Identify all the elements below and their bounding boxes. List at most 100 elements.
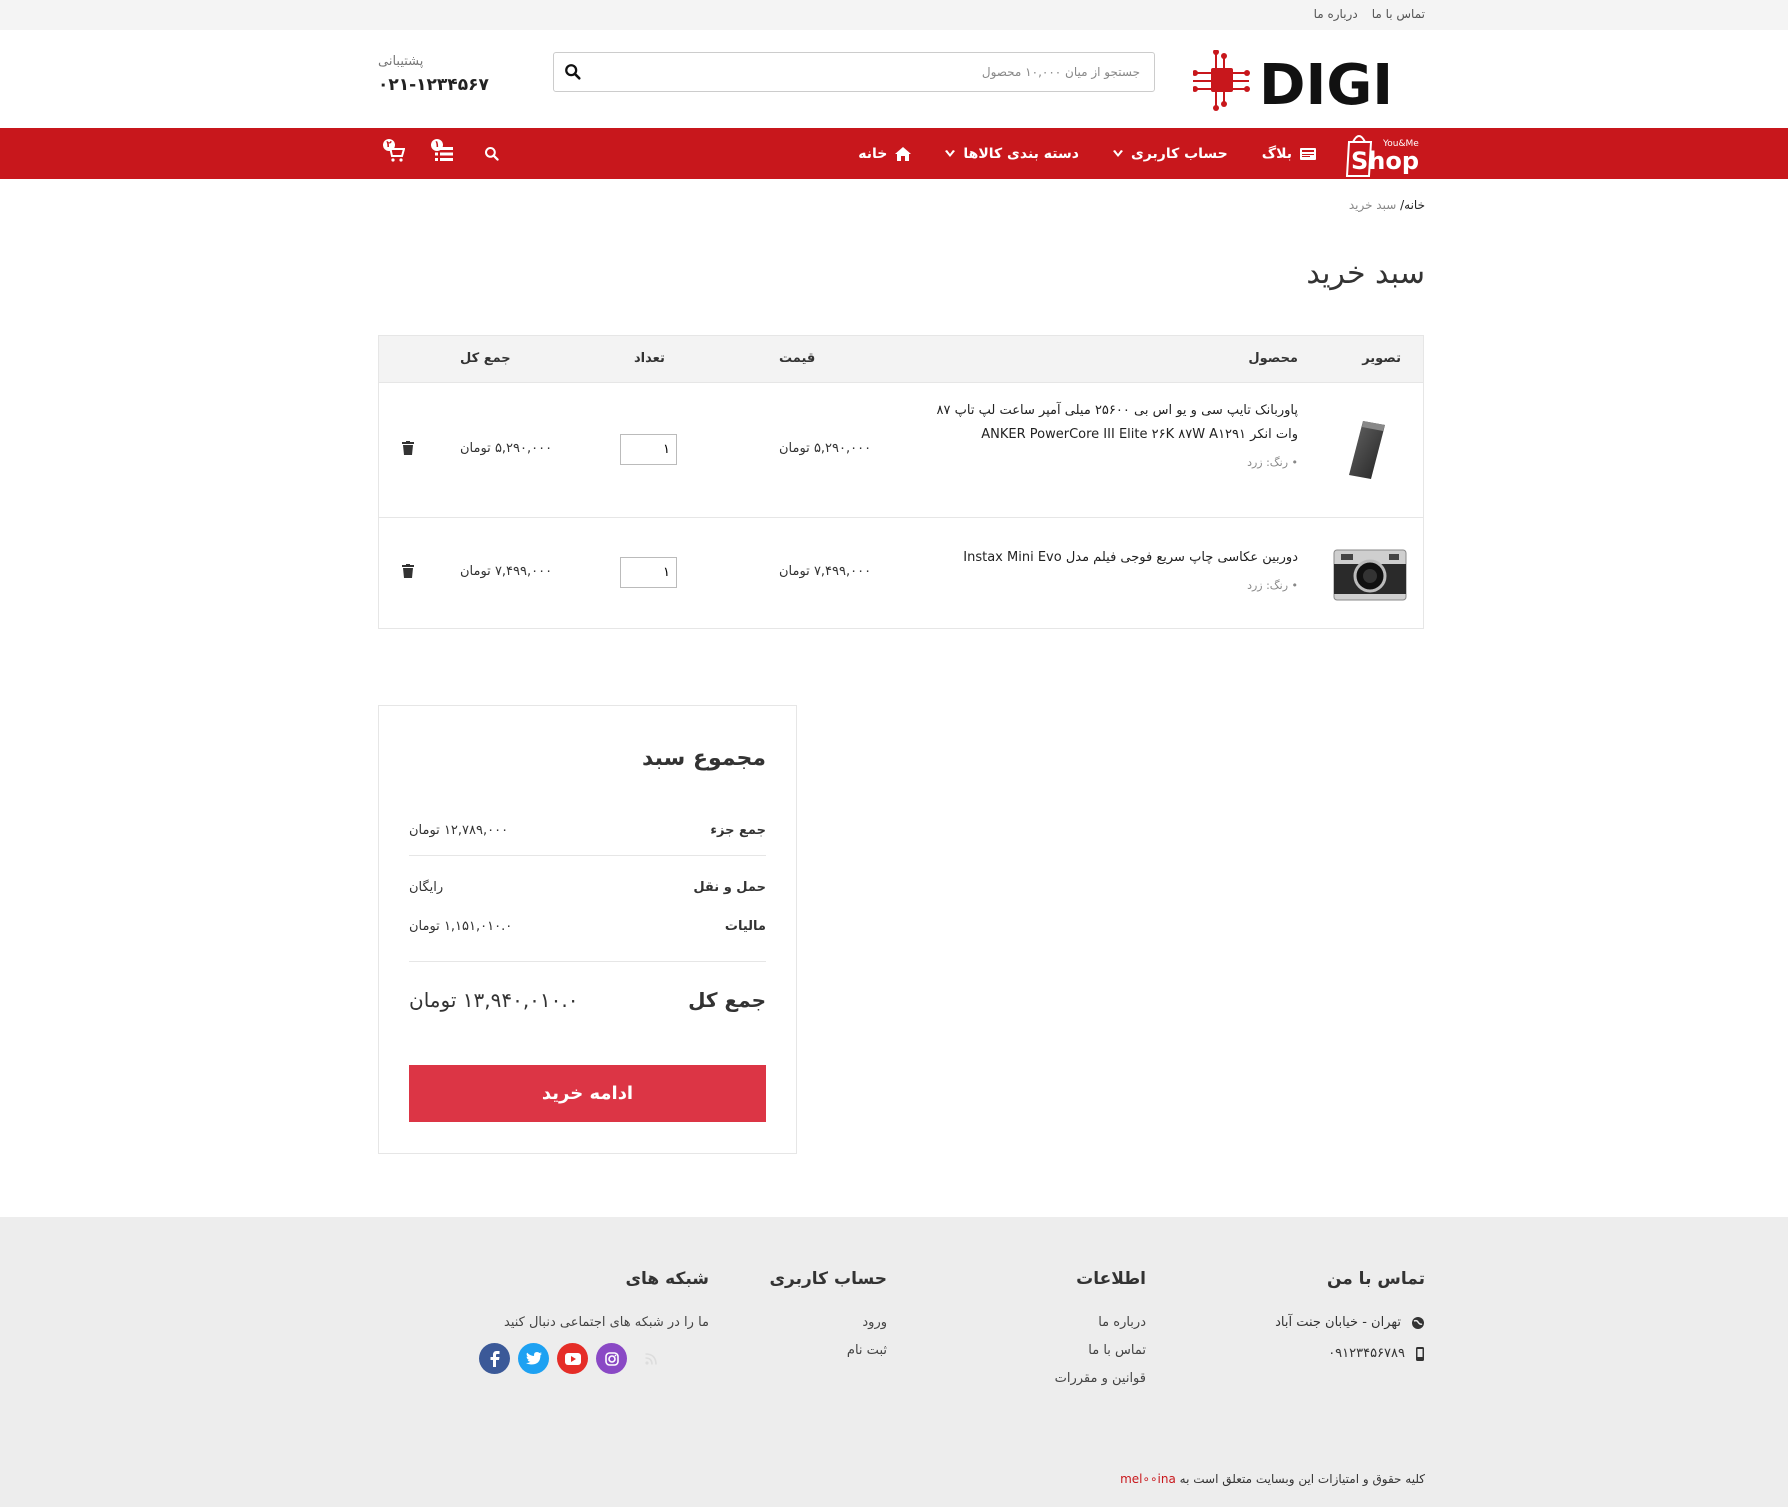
footer-address-text: تهران - خیابان جنت آباد (1275, 1315, 1401, 1330)
subtotal-label: جمع جزء (710, 823, 766, 838)
quantity-input[interactable] (620, 557, 677, 588)
tax-label: مالیات (724, 919, 766, 934)
main-nav: You&Me Shop خانه دسته بندی کالاها حساب ک… (0, 128, 1788, 179)
nav-item-blog-label: بلاگ (1261, 145, 1292, 162)
support-block: پشتیبانی ۰۲۱-۱۲۳۴۵۶۷ (378, 54, 489, 95)
header-product: محصول (1248, 351, 1298, 366)
footer-link-contact[interactable]: تماس با ما (1006, 1343, 1146, 1358)
footer-social-title: شبکه های (625, 1269, 709, 1289)
cart-table: تصویر محصول قیمت تعداد جمع کل پاوربانک ت… (378, 335, 1424, 629)
nav-item-categories[interactable]: دسته بندی کالاها (945, 146, 1079, 162)
compare-button[interactable]: ۱ (431, 138, 457, 167)
shop-logo-text: Shop (1351, 147, 1419, 175)
nav-item-blog[interactable]: بلاگ (1262, 146, 1316, 162)
copyright: کلیه حقوق و امتیازات این وبسایت متعلق اس… (1120, 1472, 1425, 1486)
footer-contact-title: تماس با من (1326, 1269, 1425, 1289)
home-icon (895, 146, 912, 161)
page-title: سبد خرید (1306, 256, 1425, 291)
breadcrumb-current: سبد خرید (1348, 198, 1397, 212)
product-attr: • رنگ: زرد (1247, 579, 1298, 592)
cart-totals: مجموع سبد جمع جزء ۱۲,۷۸۹,۰۰۰ تومان حمل و… (378, 705, 797, 1154)
trash-icon[interactable] (402, 564, 414, 578)
top-link-contact[interactable]: تماس با ما (1372, 7, 1425, 21)
facebook-icon[interactable] (479, 1343, 510, 1374)
search-icon (485, 146, 499, 161)
chevron-down-icon (1112, 149, 1123, 157)
mobile-icon (1416, 1346, 1424, 1361)
nav-item-account-label: حساب کاربری (1130, 145, 1228, 162)
nav-item-home[interactable]: خانه (858, 145, 912, 162)
social-icons (479, 1343, 709, 1374)
subtotal-row: جمع جزء ۱۲,۷۸۹,۰۰۰ تومان (409, 823, 766, 838)
nav-menu: خانه دسته بندی کالاها حساب کاربری بلاگ (858, 128, 1316, 179)
copyright-text: کلیه حقوق و امتیازات این وبسایت متعلق اس… (1179, 1472, 1425, 1486)
nav-item-home-label: خانه (858, 145, 888, 162)
header-price: قیمت (779, 351, 816, 366)
instagram-icon[interactable] (596, 1343, 627, 1374)
footer-account-title: حساب کاربری (769, 1269, 887, 1289)
cart-table-header: تصویر محصول قیمت تعداد جمع کل (379, 336, 1423, 383)
trash-icon[interactable] (402, 441, 414, 455)
subtotal-value: ۱۲,۷۸۹,۰۰۰ تومان (409, 823, 509, 838)
footer-link-terms[interactable]: قوانین و مقررات (1006, 1371, 1146, 1386)
search-icon[interactable] (564, 63, 582, 81)
product-total: ۵,۲۹۰,۰۰۰ تومان (460, 441, 553, 456)
footer-link-register[interactable]: ثبت نام (747, 1343, 887, 1358)
header-qty: تعداد (634, 351, 665, 366)
cart-button[interactable]: ۲ (383, 138, 409, 167)
top-links: درباره ما تماس با ما (1314, 7, 1425, 21)
product-attr: • رنگ: زرد (1247, 456, 1298, 469)
footer-info: اطلاعات درباره ما تماس با ما قوانین و مق… (1006, 1269, 1146, 1399)
header-image: تصویر (1362, 351, 1401, 366)
product-name[interactable]: پاوربانک تایپ سی و یو اس بی ۲۵۶۰۰ میلی آ… (928, 399, 1298, 447)
logo-text: DIGI (1259, 53, 1393, 114)
top-link-about[interactable]: درباره ما (1314, 7, 1358, 21)
footer-contact: تماس با من تهران - خیابان جنت آباد ۰۹۱۲۳… (1225, 1269, 1425, 1377)
globe-icon (1412, 1316, 1424, 1329)
quantity-input[interactable] (620, 434, 677, 465)
header-total: جمع کل (460, 351, 511, 366)
footer-link-login[interactable]: ورود (747, 1315, 887, 1330)
product-image-camera[interactable] (1333, 540, 1407, 606)
rss-icon[interactable] (635, 1343, 666, 1374)
product-name-cell: دوربین عکاسی چاپ سریع فوجی فیلم مدل Inst… (928, 546, 1298, 598)
footer-social: شبکه های ما را در شبکه های اجتماعی دنبال… (479, 1269, 709, 1374)
footer-account: حساب کاربری ورود ثبت نام (747, 1269, 887, 1371)
table-row: دوربین عکاسی چاپ سریع فوجی فیلم مدل Inst… (379, 518, 1423, 628)
nav-search-button[interactable] (479, 141, 505, 167)
footer-link-about[interactable]: درباره ما (1006, 1315, 1146, 1330)
table-row: پاوربانک تایپ سی و یو اس بی ۲۵۶۰۰ میلی آ… (379, 383, 1423, 518)
footer-address: تهران - خیابان جنت آباد (1225, 1315, 1425, 1330)
nav-item-categories-label: دسته بندی کالاها (963, 145, 1079, 162)
shipping-label: حمل و نقل (693, 880, 766, 895)
footer-info-title: اطلاعات (1076, 1269, 1146, 1289)
shop-logo[interactable]: You&Me Shop (1343, 128, 1425, 179)
totals-title: مجموع سبد (641, 746, 766, 771)
twitter-icon[interactable] (518, 1343, 549, 1374)
tax-row: مالیات ۱,۱۵۱,۰۱۰.۰ تومان (409, 919, 766, 934)
tax-value: ۱,۱۵۱,۰۱۰.۰ تومان (409, 919, 513, 934)
top-bar: درباره ما تماس با ما (0, 0, 1788, 30)
divider (409, 855, 766, 856)
product-price: ۷,۴۹۹,۰۰۰ تومان (779, 564, 872, 579)
grand-total-value: ۱۳,۹۴۰,۰۱۰.۰ تومان (409, 988, 579, 1012)
cart-count-badge: ۲ (383, 138, 395, 151)
search-input[interactable] (554, 53, 1154, 91)
footer: تماس با من تهران - خیابان جنت آباد ۰۹۱۲۳… (0, 1217, 1788, 1507)
breadcrumb-home[interactable]: خانه/ (1400, 198, 1425, 212)
digi-logo[interactable]: DIGI (1193, 50, 1425, 114)
shipping-row: حمل و نقل رایگان (409, 880, 766, 895)
header: DIGI پشتیبانی ۰۲۱-۱۲۳۴۵۶۷ (0, 30, 1788, 128)
nav-tools: ۲ ۱ (383, 128, 505, 179)
grand-total-row: جمع کل ۱۳,۹۴۰,۰۱۰.۰ تومان (409, 988, 766, 1012)
compare-count-badge: ۱ (431, 138, 443, 151)
nav-item-account[interactable]: حساب کاربری (1112, 145, 1228, 162)
youtube-icon[interactable] (557, 1343, 588, 1374)
blog-icon (1300, 147, 1316, 160)
footer-phone: ۰۹۱۲۳۴۵۶۷۸۹ (1225, 1346, 1425, 1361)
product-image-powerbank[interactable] (1333, 417, 1407, 483)
chevron-down-icon (945, 149, 956, 157)
product-name[interactable]: دوربین عکاسی چاپ سریع فوجی فیلم مدل Inst… (928, 546, 1298, 570)
copyright-brand[interactable]: mel∘∘ina (1120, 1472, 1176, 1486)
checkout-button[interactable]: ادامه خرید (409, 1065, 766, 1122)
